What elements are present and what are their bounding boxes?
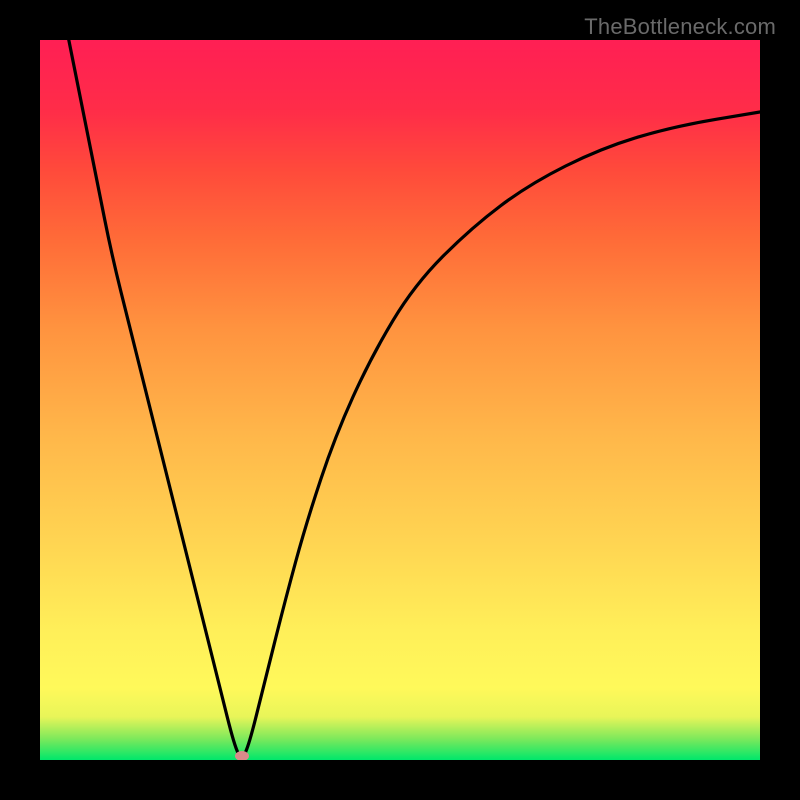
bottleneck-curve	[40, 40, 760, 760]
watermark-text: TheBottleneck.com	[584, 14, 776, 40]
chart-frame: TheBottleneck.com	[0, 0, 800, 800]
plot-area	[40, 40, 760, 760]
optimal-point-marker	[235, 751, 249, 760]
